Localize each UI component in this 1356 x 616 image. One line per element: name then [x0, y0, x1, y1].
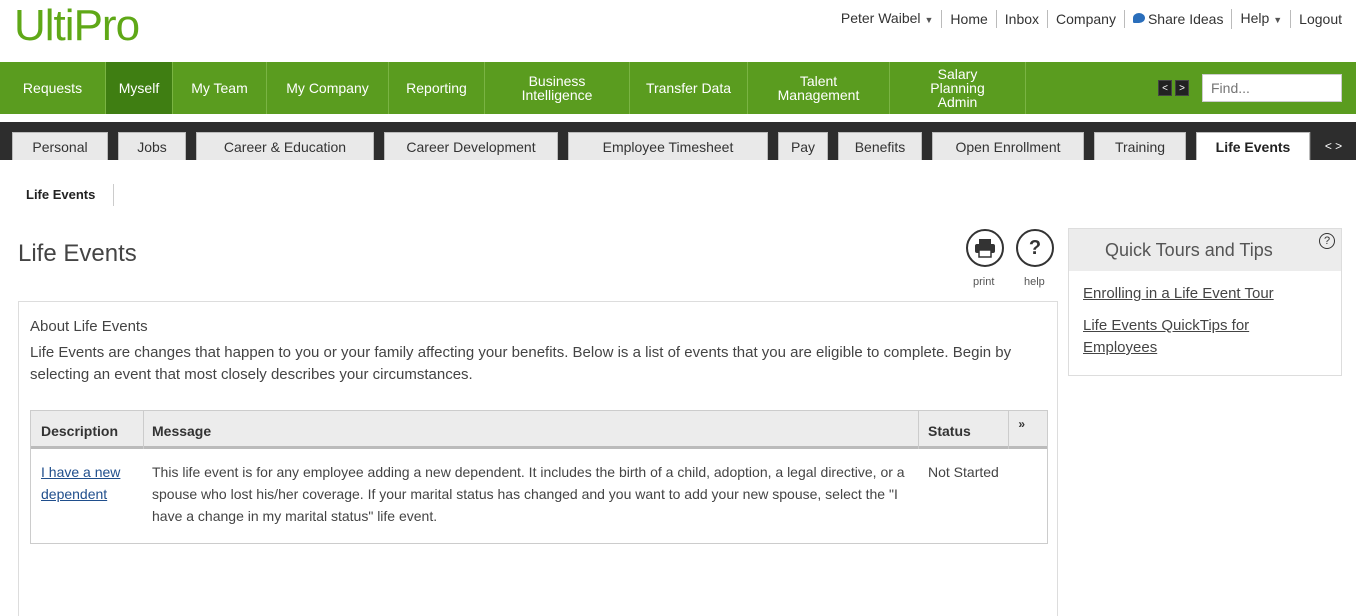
help-menu[interactable]: Help ▼: [1231, 9, 1290, 29]
find-input[interactable]: [1202, 74, 1342, 102]
inbox-link[interactable]: Inbox: [995, 10, 1047, 28]
tour-link-enrolling[interactable]: Enrolling in a Life Event Tour: [1083, 283, 1274, 305]
subtab-life-events[interactable]: Life Events: [26, 184, 115, 206]
top-links: Peter Waibel ▼ Home Inbox Company Share I…: [833, 9, 1350, 29]
logout-link[interactable]: Logout: [1290, 10, 1350, 28]
nav-my-team[interactable]: My Team: [173, 62, 267, 114]
tab-career-education[interactable]: Career & Education: [196, 132, 374, 160]
tour-link-quicktips[interactable]: Life Events QuickTips for Employees: [1083, 315, 1323, 359]
print-label: print: [973, 276, 995, 288]
tab-pay[interactable]: Pay: [778, 132, 828, 160]
print-icon[interactable]: [966, 229, 1004, 267]
nav-reporting[interactable]: Reporting: [389, 62, 485, 114]
event-message: This life event is for any employee addi…: [152, 464, 905, 524]
help-icon[interactable]: ?: [1016, 229, 1054, 267]
chat-bubble-icon: [1132, 13, 1145, 23]
share-ideas-link[interactable]: Share Ideas: [1123, 10, 1232, 28]
event-status: Not Started: [928, 464, 999, 480]
tab-scroll-arrows-icon[interactable]: < >: [1310, 132, 1356, 160]
nav-salary-planning-admin[interactable]: Salary Planning Admin: [890, 62, 1026, 114]
nav-my-company[interactable]: My Company: [267, 62, 389, 114]
column-divider: [143, 411, 144, 449]
nav-prev-icon[interactable]: <: [1158, 80, 1172, 96]
company-link[interactable]: Company: [1047, 10, 1124, 28]
top-bar: UltiPro Peter Waibel ▼ Home Inbox Company…: [0, 0, 1356, 52]
main-nav: Requests Myself My Team My Company Repor…: [0, 62, 1356, 114]
life-events-grid: Description Message Status » I have a ne…: [30, 410, 1048, 544]
page-title: Life Events: [18, 240, 137, 267]
user-menu[interactable]: Peter Waibel ▼: [833, 9, 942, 29]
tab-row: Personal Jobs Career & Education Career …: [0, 122, 1356, 160]
event-link[interactable]: I have a new dependent: [41, 461, 131, 505]
header-message[interactable]: Message: [152, 423, 211, 439]
column-divider: [918, 411, 919, 449]
nav-talent-management[interactable]: Talent Management: [748, 62, 890, 114]
header-description[interactable]: Description: [41, 423, 118, 439]
header-status[interactable]: Status: [928, 423, 971, 439]
double-chevron-down-icon[interactable]: »: [1018, 417, 1025, 431]
quick-tours-title: Quick Tours and Tips: [1105, 240, 1273, 260]
nav-right: < >: [1158, 62, 1356, 114]
tab-employee-timesheet[interactable]: Employee Timesheet: [568, 132, 768, 160]
column-divider: [1008, 411, 1009, 449]
quick-tours-panel: Quick Tours and Tips ? Enrolling in a Li…: [1068, 228, 1342, 376]
nav-myself[interactable]: Myself: [106, 62, 173, 114]
tab-open-enrollment[interactable]: Open Enrollment: [932, 132, 1084, 160]
nav-transfer-data[interactable]: Transfer Data: [630, 62, 748, 114]
tab-life-events[interactable]: Life Events: [1196, 132, 1310, 160]
tab-training[interactable]: Training: [1094, 132, 1186, 160]
quick-tours-header: Quick Tours and Tips ?: [1069, 229, 1341, 271]
chevron-down-icon: ▼: [924, 15, 934, 25]
life-events-panel: About Life Events Life Events are change…: [18, 301, 1058, 616]
tab-career-development[interactable]: Career Development: [384, 132, 558, 160]
question-mark-icon[interactable]: ?: [1319, 233, 1335, 249]
nav-requests[interactable]: Requests: [0, 62, 106, 114]
sub-tab-bar: Life Events: [0, 160, 1356, 208]
printer-icon: [975, 239, 995, 258]
nav-business-intelligence[interactable]: Business Intelligence: [485, 62, 630, 114]
ultipro-logo[interactable]: UltiPro: [14, 2, 140, 50]
help-label: help: [1024, 276, 1045, 288]
nav-next-icon[interactable]: >: [1175, 80, 1189, 96]
tab-personal[interactable]: Personal: [12, 132, 108, 160]
about-text: Life Events are changes that happen to y…: [30, 344, 1012, 383]
home-link[interactable]: Home: [941, 10, 995, 28]
grid-header: Description Message Status »: [31, 411, 1047, 449]
about-title: About Life Events: [30, 318, 148, 335]
tab-jobs[interactable]: Jobs: [118, 132, 186, 160]
tab-benefits[interactable]: Benefits: [838, 132, 922, 160]
chevron-down-icon: ▼: [1273, 15, 1283, 25]
